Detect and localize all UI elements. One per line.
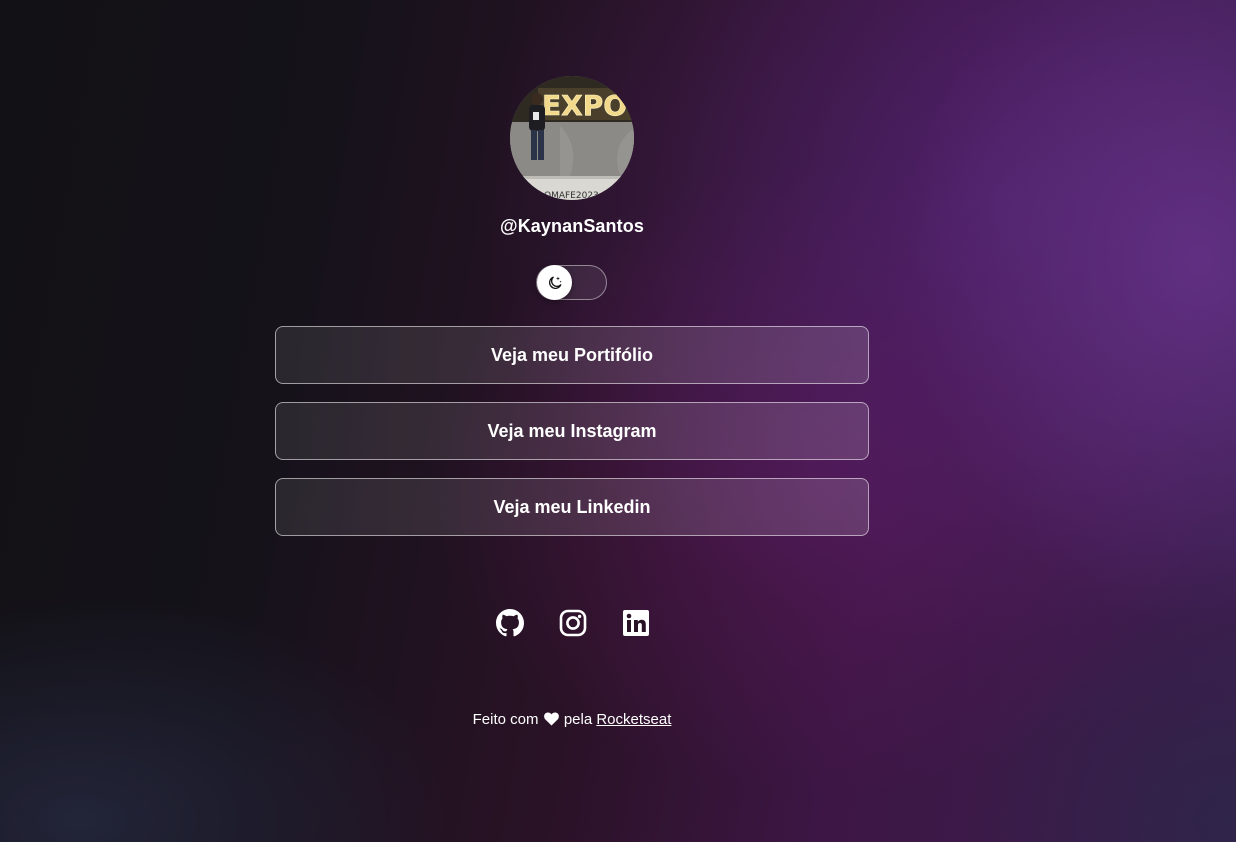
portfolio-link-button[interactable]: Veja meu Portifólio bbox=[275, 326, 869, 384]
avatar-photo: EXPO OMAFE2023 bbox=[510, 76, 634, 200]
instagram-icon bbox=[559, 609, 587, 637]
footer-middle: pela bbox=[563, 711, 593, 728]
heart-icon bbox=[543, 712, 559, 726]
avatar: EXPO OMAFE2023 bbox=[510, 76, 634, 200]
instagram-social-link[interactable] bbox=[556, 606, 590, 640]
profile-section: EXPO OMAFE2023 @KaynanSantos bbox=[275, 76, 869, 238]
linkedin-social-link[interactable] bbox=[619, 606, 653, 640]
page: EXPO OMAFE2023 @KaynanSantos Veja meu Po… bbox=[0, 0, 1236, 842]
linkedin-link-button[interactable]: Veja meu Linkedin bbox=[275, 478, 869, 536]
github-icon bbox=[496, 609, 524, 637]
username: @KaynanSantos bbox=[500, 216, 644, 236]
avatar-sign-text: EXPO bbox=[542, 89, 627, 122]
social-links bbox=[493, 606, 653, 640]
avatar-floor-text: OMAFE2023 bbox=[544, 191, 599, 200]
theme-toggle-switch[interactable] bbox=[536, 265, 607, 300]
linkedin-icon bbox=[623, 610, 649, 636]
switch-knob[interactable] bbox=[537, 265, 572, 300]
footer-prefix: Feito com bbox=[472, 711, 539, 728]
github-social-link[interactable] bbox=[493, 606, 527, 640]
rocketseat-link[interactable]: Rocketseat bbox=[596, 711, 671, 728]
links-list: Veja meu Portifólio Veja meu Instagram V… bbox=[275, 326, 869, 554]
footer: Feito com pela Rocketseat bbox=[275, 710, 869, 730]
moon-stars-icon bbox=[548, 276, 562, 289]
instagram-link-button[interactable]: Veja meu Instagram bbox=[275, 402, 869, 460]
